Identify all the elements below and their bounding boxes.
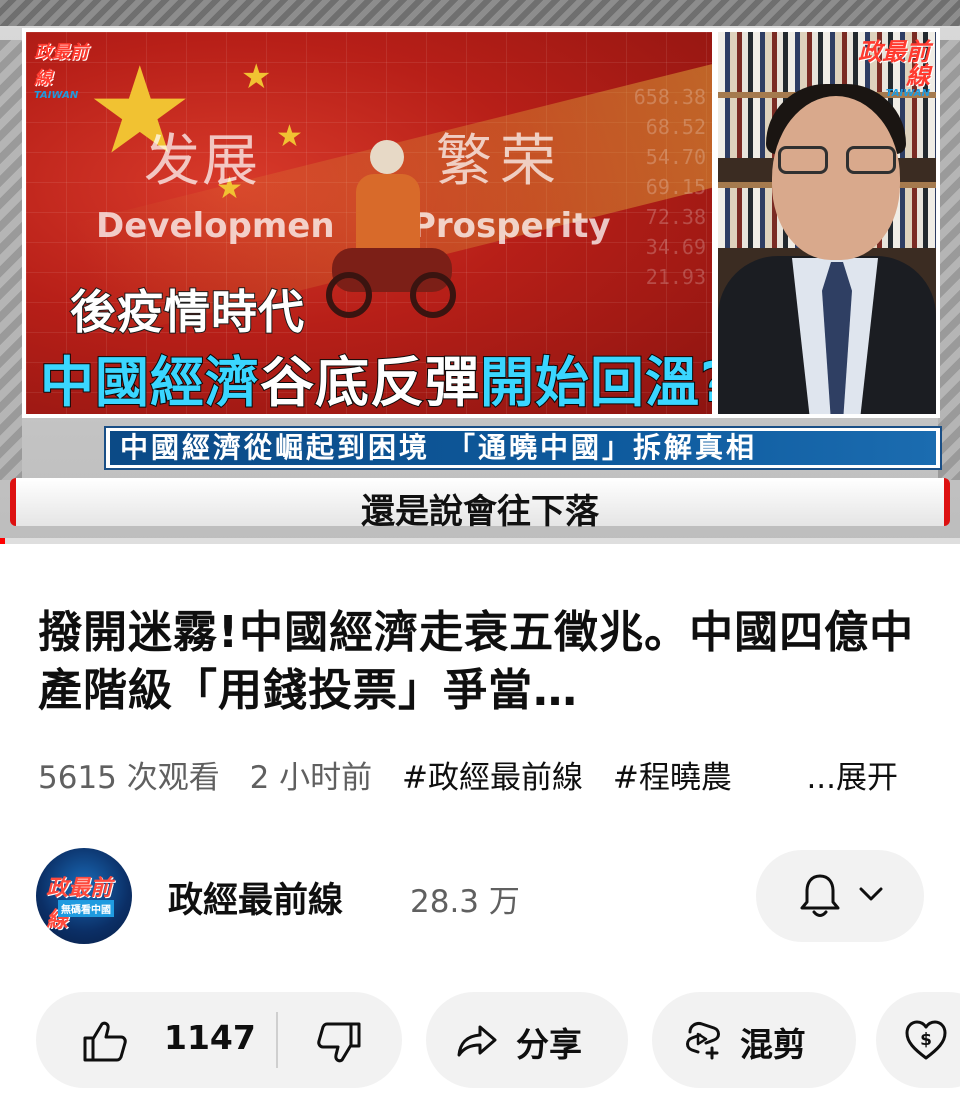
view-count: 5615 次观看 [38, 760, 220, 796]
decorative-stripe-right [938, 40, 960, 480]
thumbnail-left-panel: ★ ★ ★ ★ 658.38 68.52 54.70 69.15 72.38 34.69 2… [22, 28, 716, 418]
channel-logo-overlay: 政最前線 TAIWAN [34, 42, 88, 101]
decorative-stripe-left [0, 40, 22, 480]
headline-part-1: 中國經濟 [39, 350, 260, 414]
speaker-face [772, 96, 900, 260]
subscription-bell-button[interactable] [756, 850, 924, 942]
svg-text:$: $ [920, 1030, 932, 1050]
video-title[interactable]: 撥開迷霧!中國經濟走衰五徵兆。中國四億中產階級「用錢投票」爭當… [38, 604, 918, 720]
remix-label: 混剪 [740, 1025, 806, 1064]
upload-time: 2 小时前 [249, 760, 373, 796]
video-meta-row[interactable]: 5615 次观看 2 小时前 #政經最前線 #程曉農 ...展开 [38, 752, 928, 796]
video-progress-fill [0, 538, 5, 544]
headline-part-3: 開始回溫? [479, 350, 716, 414]
headline-line-2: 中國經濟谷底反彈開始回溫? [39, 338, 716, 414]
flag-star-icon: ★ [276, 119, 303, 154]
like-divider [276, 1012, 278, 1068]
news-ticker: 中國經濟從崛起到困境 「通曉中國」拆解真相 [104, 426, 942, 470]
share-icon [457, 1025, 497, 1057]
headline-line-1: 後疫情時代 [69, 284, 305, 340]
scooter-rider-figure [326, 140, 456, 320]
caption-bar: 還是說會往下落 [10, 478, 950, 532]
thumbnail-right-panel: 政最前線 TAIWAN [716, 28, 940, 418]
video-progress-bar[interactable] [0, 538, 960, 544]
glasses-icon [778, 146, 896, 176]
flag-star-icon: ★ [241, 57, 272, 97]
headline-part-2: 谷底反彈 [259, 350, 480, 414]
bell-icon [800, 874, 840, 917]
bg-text-cn-left: 发展 [144, 129, 260, 194]
hashtag[interactable]: #政經最前線 [402, 760, 583, 796]
channel-avatar[interactable]: 政最前線 無碼看中國 [36, 848, 132, 944]
action-buttons-row: 1147 分享 混剪 $ [36, 992, 960, 1088]
like-count: 1147 [164, 1018, 256, 1057]
share-label: 分享 [516, 1025, 582, 1064]
thumbs-down-icon[interactable] [316, 1022, 362, 1064]
news-ticker-text: 中國經濟從崛起到困境 「通曉中國」拆解真相 [110, 431, 936, 465]
bg-text-en-left: Developmen [96, 206, 335, 246]
channel-name[interactable]: 政經最前線 [168, 872, 343, 923]
channel-logo-overlay-right: 政最前線 TAIWAN [858, 38, 930, 99]
remix-button[interactable]: 混剪 [652, 992, 856, 1088]
like-dislike-group: 1147 [36, 992, 402, 1088]
hashtag[interactable]: #程曉農 [613, 760, 732, 796]
caption-text: 還是說會往下落 [361, 492, 599, 532]
thanks-button[interactable]: $ [876, 992, 960, 1088]
channel-row: 政最前線 無碼看中國 政經最前線 28.3 万 [36, 846, 926, 946]
thanks-icon: $ [905, 1020, 947, 1060]
chevron-down-icon [859, 887, 883, 901]
remix-icon [686, 1022, 720, 1060]
subscriber-count: 28.3 万 [410, 884, 520, 920]
video-player[interactable]: ★ ★ ★ ★ 658.38 68.52 54.70 69.15 72.38 34.69 2… [0, 0, 960, 544]
share-button[interactable]: 分享 [426, 992, 628, 1088]
expand-description-button[interactable]: ...展开 [800, 752, 898, 796]
player-top-stripe [0, 0, 960, 26]
thumbs-up-icon[interactable] [82, 1020, 128, 1062]
